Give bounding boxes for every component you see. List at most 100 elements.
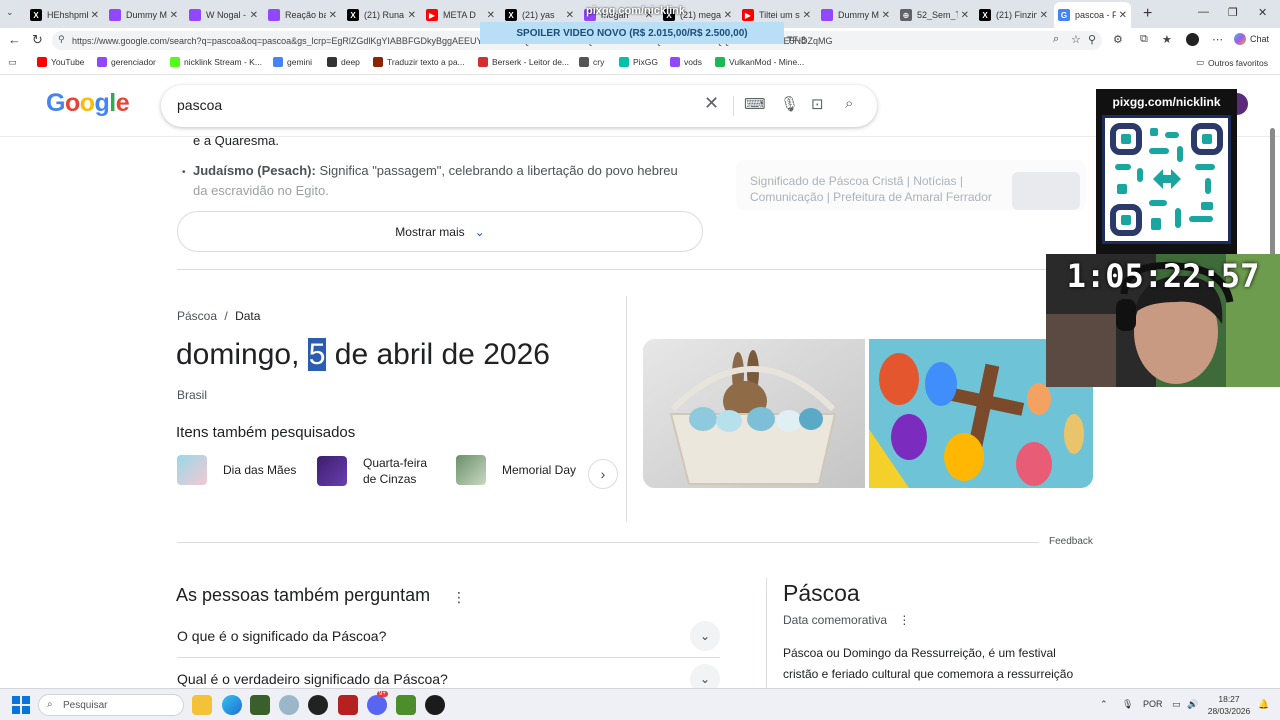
bookmark-item[interactable]: nicklink Stream - K... <box>170 57 262 67</box>
google-logo[interactable]: Google <box>46 89 130 118</box>
bookmark-item[interactable]: Berserk - Leitor de... <box>478 57 569 67</box>
microphone-icon[interactable]: 🎙 <box>1122 699 1133 710</box>
discord-icon[interactable] <box>367 695 387 715</box>
collections-icon[interactable] <box>1186 33 1199 46</box>
scrollbar-thumb[interactable] <box>1270 128 1275 258</box>
obs-icon[interactable] <box>425 695 445 715</box>
volume-icon[interactable]: 🔊 <box>1187 699 1198 710</box>
bookmark-item[interactable]: Traduzir texto a pa... <box>373 57 465 67</box>
network-icon[interactable]: ▭ <box>1172 699 1181 710</box>
close-tab-icon[interactable]: ✕ <box>487 10 495 21</box>
search-box[interactable]: pascoa ✕ ⌨ 🎙 ⊡ ⌕ <box>161 85 877 127</box>
related-item-memorial-day[interactable]: Memorial Day <box>456 455 576 485</box>
favorite-star-icon[interactable]: ☆ <box>1071 33 1081 46</box>
reading-mode-icon[interactable]: ▭ <box>8 57 17 68</box>
source-card-title[interactable]: Significado de Páscoa Cristã | Notícias … <box>750 173 1000 205</box>
keyboard-icon[interactable]: ⌨ <box>744 95 766 113</box>
taskbar-search[interactable]: ⌕ Pesquisar <box>38 694 184 716</box>
tray-chevron-icon[interactable]: ⌃ <box>1100 699 1108 710</box>
app-icon-dark[interactable] <box>308 695 328 715</box>
close-tab-icon[interactable]: ✕ <box>250 10 258 21</box>
close-tab-icon[interactable]: ✕ <box>1119 10 1127 21</box>
minecraft-icon[interactable] <box>396 695 416 715</box>
bookmark-item[interactable]: vods <box>670 57 702 67</box>
tab-label: (21) Finzin <box>996 10 1037 20</box>
voice-search-icon[interactable]: 🎙 <box>780 95 799 113</box>
search-query[interactable]: pascoa <box>177 97 222 113</box>
browser-tab[interactable]: W Nogal - ✕ <box>185 4 262 26</box>
related-next-button[interactable]: › <box>588 459 618 489</box>
close-tab-icon[interactable]: ✕ <box>566 10 574 21</box>
more-menu-icon[interactable]: ⋯ <box>1212 33 1223 46</box>
notifications-icon[interactable]: 🔔 <box>1258 699 1269 710</box>
clear-search-icon[interactable]: ✕ <box>704 93 719 114</box>
browser-tab[interactable]: Dummy Ma✕ <box>817 4 894 26</box>
related-item-quarta-feira[interactable]: Quarta-feira de Cinzas <box>317 455 435 487</box>
browser-tab[interactable]: Dummy Ma✕ <box>105 4 182 26</box>
app-icon-book[interactable] <box>250 695 270 715</box>
bookmark-item[interactable]: VulkanMod - Mine... <box>715 57 804 67</box>
related-item-dia-das-maes[interactable]: Dia das Mães <box>177 455 296 485</box>
bookmark-item[interactable]: gerenciador <box>97 57 156 67</box>
feedback-link[interactable]: Feedback <box>1049 536 1093 547</box>
browser-tab[interactable]: Reação bag✕ <box>264 4 341 26</box>
bookmark-item[interactable]: deep <box>327 57 360 67</box>
close-tab-icon[interactable]: ✕ <box>408 10 416 21</box>
bookmark-item[interactable]: YouTube <box>37 57 84 67</box>
language-indicator[interactable]: POR <box>1143 699 1163 709</box>
bookmark-label: gerenciador <box>111 57 156 67</box>
bookmark-item[interactable]: PixGG <box>619 57 658 67</box>
browser-tab[interactable]: X (21) Finzin ✕ <box>975 4 1052 26</box>
easter-bunny-basket-image[interactable] <box>643 339 865 488</box>
breadcrumb-root[interactable]: Páscoa <box>177 309 217 323</box>
search-icon[interactable]: ⌕ <box>845 95 853 112</box>
close-tab-icon[interactable]: ✕ <box>1040 10 1048 21</box>
browser-tab[interactable]: X HEhshpmbl✕ <box>26 4 103 26</box>
close-tab-icon[interactable]: ✕ <box>803 10 811 21</box>
show-more-button[interactable]: Mostrar mais ⌄ <box>177 211 703 252</box>
close-tab-icon[interactable]: ✕ <box>882 10 890 21</box>
site-info-icon[interactable]: ⚲ <box>58 34 65 45</box>
close-tab-icon[interactable]: ✕ <box>91 10 99 21</box>
close-window-button[interactable]: ✕ <box>1258 6 1267 19</box>
kp-menu-icon[interactable]: ⋮ <box>898 613 910 627</box>
close-tab-icon[interactable]: ✕ <box>329 10 337 21</box>
maximize-button[interactable]: ❐ <box>1228 6 1238 19</box>
tab-list-menu-icon[interactable]: ⌄ <box>6 7 14 18</box>
taskbar-clock[interactable]: 18:27 28/03/2026 <box>1206 693 1252 717</box>
browser-tab[interactable]: X (21) Runa n✕ <box>343 4 420 26</box>
extensions-icon[interactable]: ⚙ <box>1113 33 1123 46</box>
answer-date: domingo, 5 de abril de 2026 <box>176 338 550 372</box>
browser-tab[interactable]: Gpascoa - Pe✕ <box>1054 2 1131 28</box>
close-tab-icon[interactable]: ✕ <box>961 10 969 21</box>
minimize-button[interactable]: — <box>1198 6 1209 18</box>
new-tab-button[interactable]: + <box>1143 5 1152 23</box>
url-tail: TF-8 <box>787 35 806 45</box>
location-icon[interactable]: ⚲ <box>1088 33 1096 46</box>
lens-search-icon[interactable]: ⊡ <box>811 95 824 113</box>
chevron-down-icon[interactable]: ⌄ <box>690 621 720 651</box>
copilot-chat-button[interactable]: Chat <box>1234 33 1269 45</box>
close-tab-icon[interactable]: ✕ <box>170 10 178 21</box>
file-explorer-icon[interactable] <box>192 695 212 715</box>
windows-start-icon[interactable] <box>12 696 30 714</box>
reload-button[interactable]: ↻ <box>32 32 43 48</box>
app-icon-obs-red[interactable] <box>338 695 358 715</box>
paa-question[interactable]: Qual é o verdadeiro significado da Pásco… <box>177 671 448 687</box>
donation-goal-bar: SPOILER VIDEO NOVO (R$ 2.015,00/R$ 2.500… <box>480 22 784 44</box>
other-favorites[interactable]: ▭ Outros favoritos <box>1196 57 1268 68</box>
bookmarks-bar: ▭ YouTube gerenciador nicklink Stream - K.… <box>0 53 1280 75</box>
paa-menu-icon[interactable]: ⋮ <box>452 589 466 606</box>
close-tab-icon[interactable]: ✕ <box>724 10 732 21</box>
zoom-icon[interactable]: ⌕ <box>1053 33 1059 46</box>
bookmark-item[interactable]: gemini <box>273 57 312 67</box>
edge-icon[interactable] <box>222 695 242 715</box>
app-icon-c[interactable] <box>279 695 299 715</box>
split-screen-icon[interactable]: ⧉ <box>1140 33 1148 46</box>
bookmark-item[interactable]: cry <box>579 57 604 67</box>
browser-tab[interactable]: ⊕ 52_Sem_Tit✕ <box>896 4 973 26</box>
favorites-icon[interactable]: ★ <box>1162 33 1172 46</box>
bullet-judaism: Judaísmo (Pesach): Significa "passagem",… <box>193 163 678 178</box>
paa-question[interactable]: O que é o significado da Páscoa? <box>177 628 386 644</box>
back-button[interactable]: ← <box>8 32 21 47</box>
